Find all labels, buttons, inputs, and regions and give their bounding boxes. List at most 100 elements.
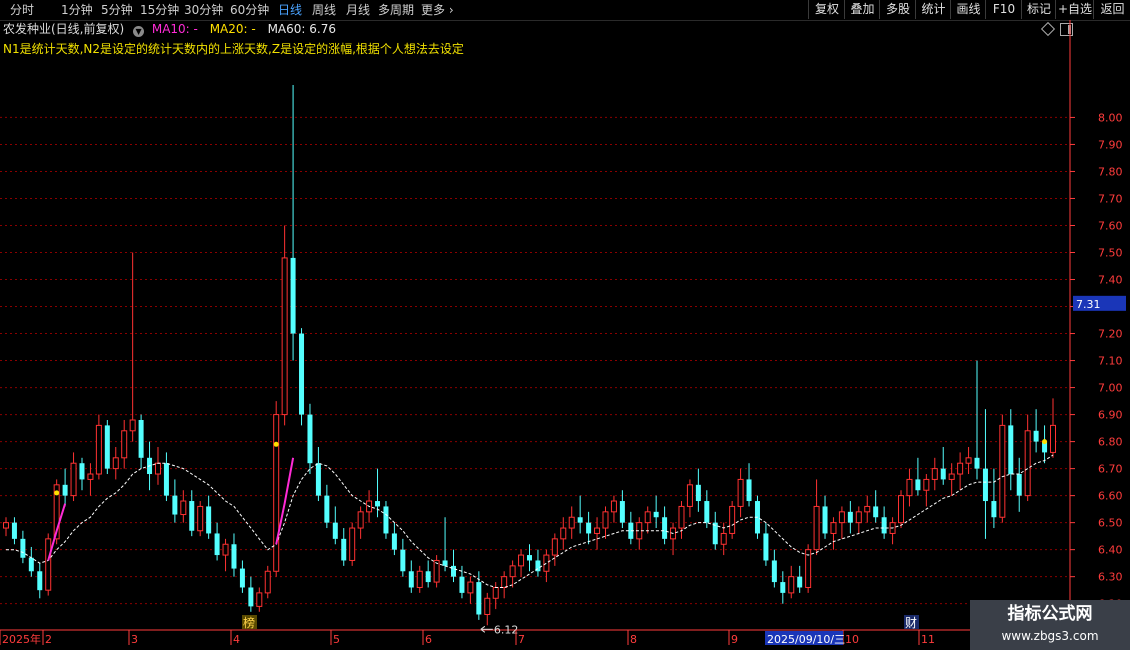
- candle-body: [451, 565, 457, 577]
- x-tick-label: 2025年: [2, 632, 41, 646]
- watermark-title: 指标公式网: [1007, 604, 1093, 624]
- y-tick-label: 6.90: [1098, 409, 1123, 422]
- candle-body: [121, 430, 128, 459]
- x-tick-label: 4: [233, 633, 240, 646]
- candle-body: [864, 505, 871, 513]
- low-price-label: 6.12: [494, 623, 519, 636]
- candle-body: [619, 501, 625, 523]
- y-tick-label: 7.70: [1098, 192, 1123, 205]
- candle-body: [509, 565, 516, 578]
- candle-body: [206, 506, 212, 534]
- candlestick-chart[interactable]: 6.206.306.406.506.606.706.806.907.007.10…: [0, 0, 1130, 650]
- candle-body: [239, 568, 245, 588]
- candle-body: [940, 468, 946, 480]
- candle-body: [70, 462, 77, 497]
- candle-body: [948, 473, 955, 480]
- candle-body: [923, 478, 930, 491]
- candle-body: [197, 505, 204, 532]
- candle-body: [172, 495, 178, 515]
- candle-body: [37, 571, 43, 591]
- candle-body: [442, 560, 448, 566]
- candle-body: [780, 582, 786, 593]
- candle-body: [898, 495, 905, 524]
- candle-body: [341, 538, 347, 561]
- candle-body: [383, 506, 389, 534]
- current-price-label: 7.31: [1076, 298, 1101, 311]
- x-tick-label: 5: [333, 633, 340, 646]
- candle-body: [467, 581, 474, 594]
- candle-body: [408, 571, 414, 588]
- candle-body: [1008, 425, 1014, 475]
- candle-body: [551, 538, 558, 556]
- y-tick-label: 7.80: [1098, 165, 1123, 178]
- candle-body: [543, 554, 550, 572]
- candle-body: [154, 462, 161, 475]
- candle-body: [855, 511, 862, 524]
- x-tick-label: 3: [131, 633, 138, 646]
- candle-body: [1016, 474, 1022, 496]
- candle-body: [695, 484, 701, 502]
- candle-body: [873, 506, 879, 518]
- x-tick-label: 6: [425, 633, 432, 646]
- date-highlight-label: 2025/09/10/三: [767, 633, 845, 646]
- candle-body: [822, 506, 828, 534]
- candle-body: [1024, 430, 1031, 497]
- candle-body: [79, 463, 85, 480]
- candle-body: [881, 517, 887, 534]
- y-tick-label: 7.60: [1098, 219, 1123, 232]
- candle-body: [729, 505, 736, 534]
- y-tick-label: 7.40: [1098, 274, 1123, 287]
- y-tick-label: 6.50: [1098, 517, 1123, 530]
- signal-dot: [54, 490, 60, 496]
- candle-body: [568, 516, 575, 529]
- candle-body: [332, 522, 338, 539]
- candle-body: [3, 522, 9, 529]
- candle-body: [560, 527, 567, 540]
- candle-body: [771, 560, 777, 583]
- candle-body: [931, 468, 938, 480]
- candle-body: [189, 501, 195, 531]
- candle-body: [425, 571, 431, 583]
- candle-body: [163, 463, 169, 496]
- signal-dot: [273, 441, 279, 447]
- candle-body: [501, 576, 508, 588]
- candle-body: [991, 501, 997, 518]
- candle-body: [974, 457, 980, 469]
- candle-body: [678, 505, 685, 529]
- candle-body: [813, 505, 820, 551]
- candle-body: [299, 333, 305, 415]
- candle-body: [602, 511, 609, 529]
- x-tick-label: 9: [731, 633, 738, 646]
- candle-body: [357, 511, 364, 529]
- candle-body: [273, 414, 280, 572]
- candle-body: [720, 532, 727, 545]
- candle-body: [20, 538, 26, 558]
- candle-body: [112, 457, 119, 470]
- candle-body: [610, 500, 617, 513]
- x-tick-label: 11: [921, 633, 935, 646]
- y-tick-label: 6.40: [1098, 544, 1123, 557]
- candle-body: [307, 414, 313, 464]
- watermark-url: www.zbgs3.com: [1001, 629, 1099, 643]
- y-tick-label: 7.90: [1098, 138, 1123, 151]
- candle-body: [264, 570, 271, 594]
- candle-body: [180, 500, 187, 516]
- candle-body: [653, 511, 659, 518]
- y-tick-label: 7.20: [1098, 328, 1123, 341]
- y-tick-label: 8.00: [1098, 111, 1123, 124]
- candle-body: [957, 462, 964, 475]
- bang-marker: 榜: [243, 615, 255, 630]
- candle-body: [797, 576, 803, 588]
- candle-body: [95, 424, 102, 475]
- x-tick-label: 2: [45, 633, 52, 646]
- candle-body: [644, 511, 651, 524]
- cai-marker: 财: [905, 616, 917, 630]
- candle-body: [594, 527, 601, 534]
- candle-body: [982, 468, 988, 502]
- candle-body: [788, 576, 795, 594]
- candle-body: [416, 570, 423, 588]
- candle-body: [577, 517, 583, 523]
- candle-body: [375, 501, 381, 507]
- candle-body: [222, 543, 229, 556]
- candle-body: [518, 554, 525, 567]
